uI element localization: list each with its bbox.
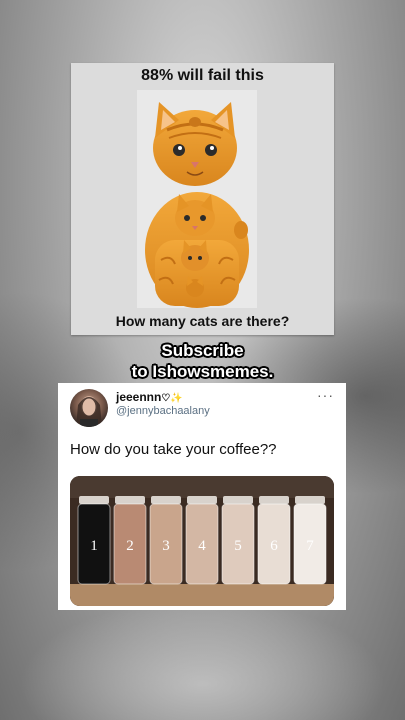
caption-line-2: to Ishowsmemes.	[131, 362, 274, 381]
caption-line-1: Subscribe	[161, 341, 244, 360]
jar-lid	[115, 496, 145, 504]
tweet-card[interactable]: jeeennn♡✨ @jennybachaalany ··· How do yo…	[58, 383, 346, 610]
tweet-text: How do you take your coffee??	[70, 441, 277, 458]
jar-lid	[79, 496, 109, 504]
jar-number-label: 5	[234, 538, 242, 554]
jar-number-label: 1	[90, 538, 98, 554]
coffee-jar-4: 4	[185, 496, 219, 585]
coffee-jar-7: 7	[293, 496, 327, 585]
jar-number-label: 6	[270, 538, 278, 554]
jar-lid	[259, 496, 289, 504]
avatar-portrait-icon	[76, 396, 102, 427]
meme-top-text: 88% will fail this	[141, 67, 264, 84]
jar-number-label: 4	[198, 538, 206, 554]
jar-number-label: 7	[306, 538, 314, 554]
user-handle[interactable]: @jennybachaalany	[116, 405, 210, 417]
coffee-jars-photo[interactable]: 1 2 3 4 5 6 7	[70, 476, 334, 606]
coffee-jar-3: 3	[149, 496, 183, 585]
name-emojis: ♡✨	[161, 393, 183, 404]
coffee-jar-1: 1	[77, 496, 111, 585]
meme-bottom-text: How many cats are there?	[115, 313, 290, 329]
jar-lid	[295, 496, 325, 504]
coffee-jar-2: 2	[113, 496, 147, 585]
wooden-table	[70, 584, 334, 606]
coffee-jars-illustration: 1 2 3 4 5 6 7	[70, 476, 334, 606]
display-name-text: jeeennn	[116, 390, 162, 404]
jar-lid	[223, 496, 253, 504]
cat-meme-image: 88% will fail this How many cats are the…	[71, 63, 334, 335]
subscribe-caption: Subscribe to Ishowsmemes.	[0, 340, 405, 382]
jar-lid	[187, 496, 217, 504]
more-options-icon[interactable]: ···	[317, 387, 334, 403]
coffee-jar-5: 5	[221, 496, 255, 585]
avatar[interactable]	[70, 389, 108, 427]
jar-number-label: 2	[126, 538, 134, 554]
display-name[interactable]: jeeennn♡✨	[116, 390, 183, 404]
nested-cats-illustration	[145, 102, 249, 308]
coffee-jar-6: 6	[257, 496, 291, 585]
jar-number-label: 3	[162, 538, 170, 554]
jar-lid	[151, 496, 181, 504]
cat-illustration-panel	[137, 90, 257, 308]
